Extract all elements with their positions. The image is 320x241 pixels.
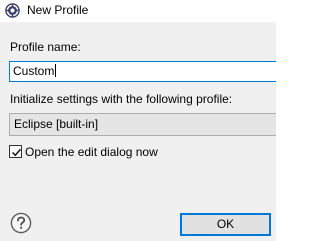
- eclipse-settings-icon: [5, 3, 20, 18]
- checkmark-icon: [11, 148, 22, 157]
- help-button[interactable]: [10, 212, 32, 234]
- profile-name-input[interactable]: Custom: [9, 61, 276, 82]
- profile-name-value: Custom: [13, 64, 55, 78]
- text-caret: [55, 64, 57, 77]
- init-profile-select[interactable]: Eclipse [built-in]: [9, 113, 276, 136]
- init-profile-label: Initialize settings with the following p…: [10, 92, 233, 106]
- open-edit-dialog-checkbox[interactable]: [9, 145, 22, 158]
- ok-button[interactable]: OK: [180, 213, 271, 236]
- init-profile-selected-value: Eclipse [built-in]: [14, 117, 99, 131]
- open-edit-dialog-label[interactable]: Open the edit dialog now: [25, 145, 158, 159]
- question-mark-icon: [10, 212, 32, 234]
- title-bar[interactable]: New Profile: [0, 0, 276, 22]
- new-profile-dialog: New Profile Profile name: Custom Initial…: [0, 0, 276, 241]
- profile-name-label: Profile name:: [10, 40, 81, 54]
- window-title: New Profile: [27, 3, 89, 17]
